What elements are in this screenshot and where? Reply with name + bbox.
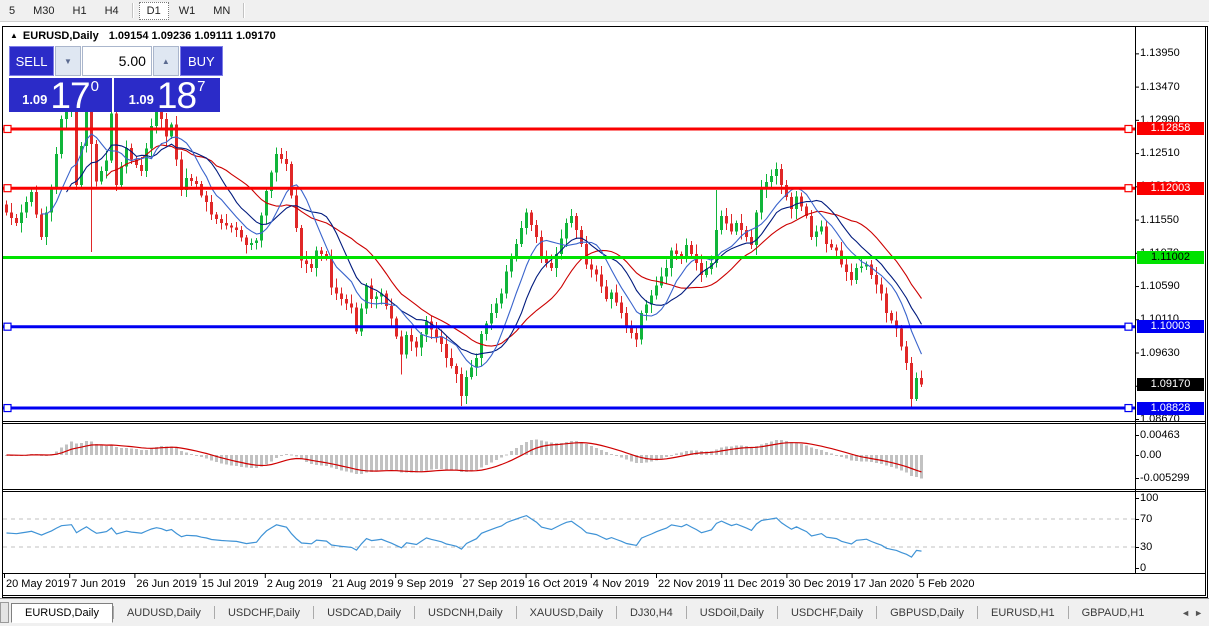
timeframe-button-h1[interactable]: H1	[65, 2, 95, 20]
symbol-tab-dj30-h4[interactable]: DJ30,H4	[617, 604, 686, 622]
chart-symbol-label: EURUSD,Daily	[22, 29, 99, 42]
symbol-tab-gbpusd-daily[interactable]: GBPUSD,Daily	[877, 604, 977, 622]
symbol-tab-usdchf-daily[interactable]: USDCHF,Daily	[778, 604, 876, 622]
macd-histogram	[5, 439, 923, 479]
timeframe-button-h4[interactable]: H4	[97, 2, 127, 20]
symbol-tab-eurusd-h1[interactable]: EURUSD,H1	[978, 604, 1068, 622]
symbol-tab-usdcad-daily[interactable]: USDCAD,Daily	[314, 604, 414, 622]
buy-price-pips: 18	[156, 75, 197, 116]
symbol-tab-eurusd-daily[interactable]: EURUSD,Daily	[11, 602, 113, 623]
symbol-tabbar: EURUSD,Daily AUDUSD,Daily USDCHF,Daily USDC…	[0, 598, 1209, 626]
symbol-tab-usdoil-daily[interactable]: USDOil,Daily	[687, 604, 777, 622]
timeframe-button-5[interactable]: 5	[1, 2, 23, 20]
macd-signal-line	[6, 441, 922, 473]
toolbar-separator	[131, 3, 134, 18]
timeframe-button-mn[interactable]: MN	[205, 2, 238, 20]
collapse-panel-icon[interactable]: ▲	[10, 31, 18, 40]
tabbar-edge-notch	[0, 602, 9, 623]
buy-price-display[interactable]: 1.09 18 7	[114, 75, 220, 116]
volume-increase-button[interactable]: ▲	[152, 46, 179, 76]
tab-scroll-right-icon[interactable]: ►	[1194, 608, 1203, 618]
sell-price-point: 0	[90, 78, 99, 95]
candles	[5, 99, 923, 407]
horizontal-level-lines[interactable]	[3, 124, 1135, 413]
chart-ohlc-values: 1.09154 1.09236 1.09111 1.09170	[108, 29, 276, 42]
timeframe-button-m30[interactable]: M30	[25, 2, 62, 20]
buy-price-base: 1.09	[128, 92, 154, 107]
symbol-tab-audusd-daily[interactable]: AUDUSD,Daily	[114, 604, 214, 622]
sell-price-display[interactable]: 1.09 17 0	[9, 75, 112, 116]
tab-scroll-left-icon[interactable]: ◄	[1181, 608, 1190, 618]
symbol-tab-usdchf-daily[interactable]: USDCHF,Daily	[215, 604, 313, 622]
toolbar-separator	[243, 3, 246, 18]
symbol-tab-xauusd-daily[interactable]: XAUUSD,Daily	[517, 604, 616, 622]
rsi-line	[6, 514, 922, 558]
volume-input[interactable]	[81, 46, 152, 76]
sell-price-pips: 17	[50, 75, 90, 116]
timeframe-toolbar: 5 M30 H1 H4 D1 W1 MN	[0, 0, 1209, 22]
sell-price-base: 1.09	[22, 92, 48, 107]
timeframe-button-d1[interactable]: D1	[138, 1, 169, 20]
volume-decrease-button[interactable]: ▼	[55, 46, 81, 76]
symbol-tab-gbpaud-h1[interactable]: GBPAUD,H1	[1069, 604, 1158, 622]
sell-button[interactable]: SELL	[9, 46, 55, 76]
timeframe-button-w1[interactable]: W1	[171, 2, 204, 20]
chart-title: ▲ EURUSD,Daily 1.09154 1.09236 1.09111 1…	[10, 29, 276, 42]
buy-button[interactable]: BUY	[179, 46, 223, 76]
one-click-trading-panel: SELL ▼ ▲ BUY 1.09 17 0 1.09 18 7	[9, 46, 223, 116]
buy-price-point: 7	[197, 78, 206, 95]
symbol-tab-usdcnh-daily[interactable]: USDCNH,Daily	[415, 604, 516, 622]
tab-scroll-nav: ◄ ►	[1181, 608, 1209, 618]
